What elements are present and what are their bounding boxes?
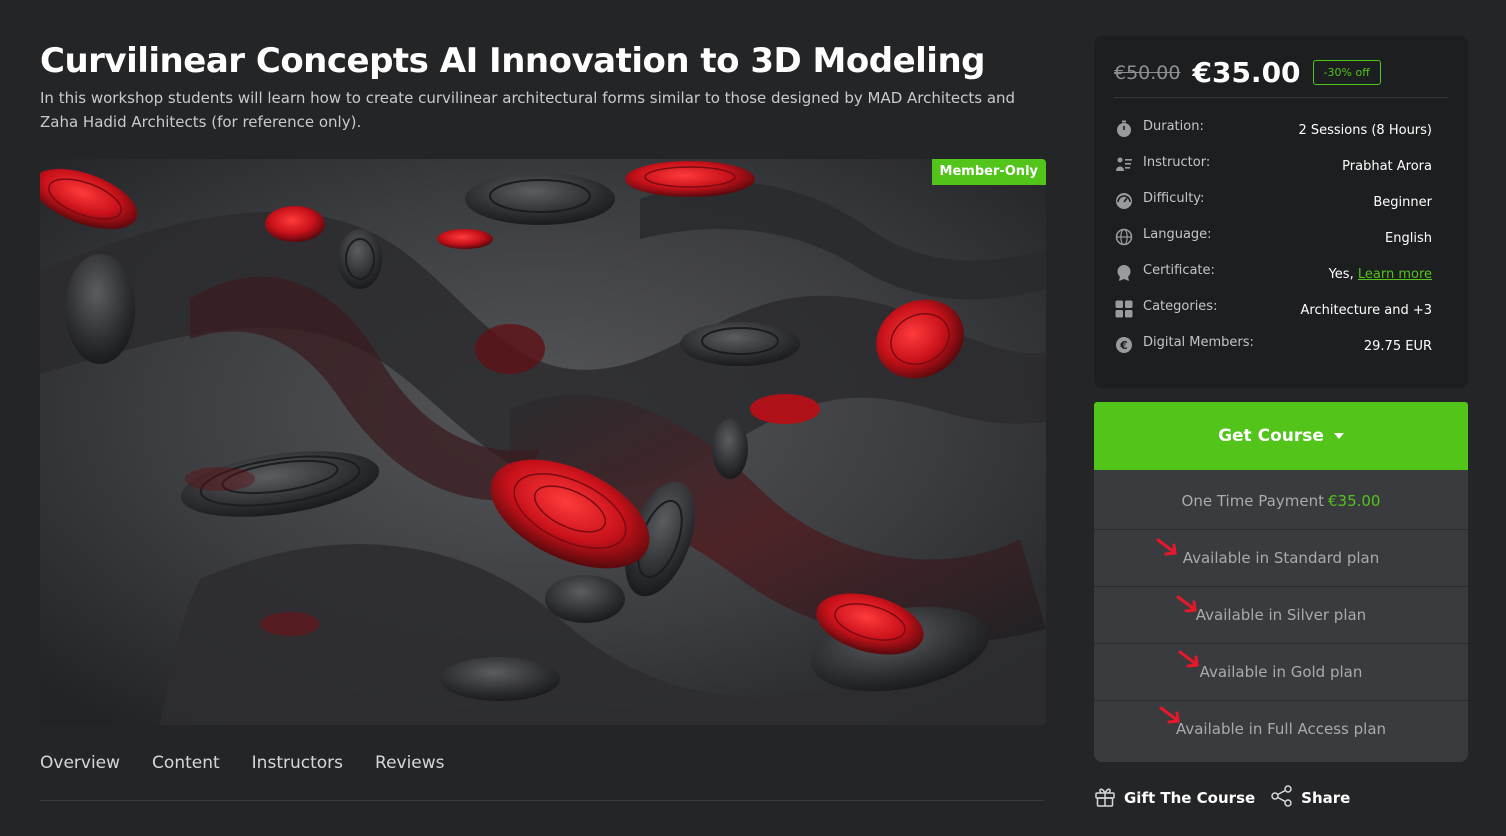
one-time-payment-option[interactable]: One Time Payment €35.00 [1094,473,1468,530]
chevron-down-icon [1333,433,1344,439]
arrow-annotation-icon [1159,706,1180,724]
globe-icon [1114,227,1134,247]
share-button[interactable]: Share [1271,785,1350,811]
tab-content[interactable]: Content [152,750,220,776]
course-page: Curvilinear Concepts AI Innovation to 3D… [0,0,1506,836]
course-actions: Gift The Course Share [1094,785,1350,811]
info-certificate: Certificate: Yes, Learn more [1114,261,1432,285]
info-instructor: Instructor: Prabhat Arora [1114,153,1432,177]
tab-overview[interactable]: Overview [40,750,120,776]
info-digital-members: € Digital Members: 29.75 EUR [1114,333,1432,357]
certificate-icon [1114,263,1134,283]
gift-course-label: Gift The Course [1124,789,1256,807]
member-only-badge: Member-Only [931,159,1046,185]
svg-text:€: € [1119,339,1128,352]
share-label: Share [1301,789,1351,807]
info-language: Language: English [1114,225,1432,249]
course-tabs: Overview Content Instructors Reviews [40,750,445,776]
difficulty-icon [1114,191,1134,211]
course-description: In this workshop students will learn how… [40,89,1016,131]
gift-icon [1094,785,1116,811]
course-title: Curvilinear Concepts AI Innovation to 3D… [40,41,986,81]
learn-more-link[interactable]: Learn more [1358,267,1432,282]
stopwatch-icon [1114,119,1134,139]
current-price: €35.00 [1192,56,1301,89]
course-info-card: €50.00 €35.00 -30% off Duration: 2 Sessi… [1094,36,1468,388]
arrow-annotation-icon [1178,650,1199,668]
card-divider [1114,97,1448,98]
instructor-icon [1114,155,1134,175]
get-course-button[interactable]: Get Course [1094,402,1468,470]
old-price: €50.00 [1114,61,1181,84]
share-icon [1271,785,1293,811]
tab-reviews[interactable]: Reviews [375,750,445,776]
info-difficulty: Difficulty: Beginner [1114,189,1432,213]
hero-render [40,159,1046,725]
certificate-value: Yes, [1328,266,1354,282]
grid-icon [1114,299,1134,319]
info-categories: Categories: Architecture and +3 [1114,297,1432,321]
gift-course-button[interactable]: Gift The Course [1094,785,1255,811]
tab-instructors[interactable]: Instructors [252,750,343,776]
course-hero-image: Member-Only [40,159,1046,725]
euro-coin-icon: € [1114,335,1134,355]
info-duration: Duration: 2 Sessions (8 Hours) [1114,117,1432,141]
tabs-divider [40,800,1044,801]
arrow-annotation-icon [1176,595,1197,613]
standard-plan-option[interactable]: Available in Standard plan [1094,530,1468,587]
full-access-plan-option[interactable]: Available in Full Access plan [1094,701,1468,757]
discount-badge: -30% off [1312,60,1381,85]
get-course-label: Get Course [1218,426,1324,446]
gold-plan-option[interactable]: Available in Gold plan [1094,644,1468,701]
purchase-options: One Time Payment €35.00 Available in Sta… [1094,470,1468,762]
one-time-price: €35.00 [1327,492,1381,510]
price-row: €50.00 €35.00 -30% off [1114,56,1381,89]
arrow-annotation-icon [1156,538,1177,556]
silver-plan-option[interactable]: Available in Silver plan [1094,587,1468,644]
